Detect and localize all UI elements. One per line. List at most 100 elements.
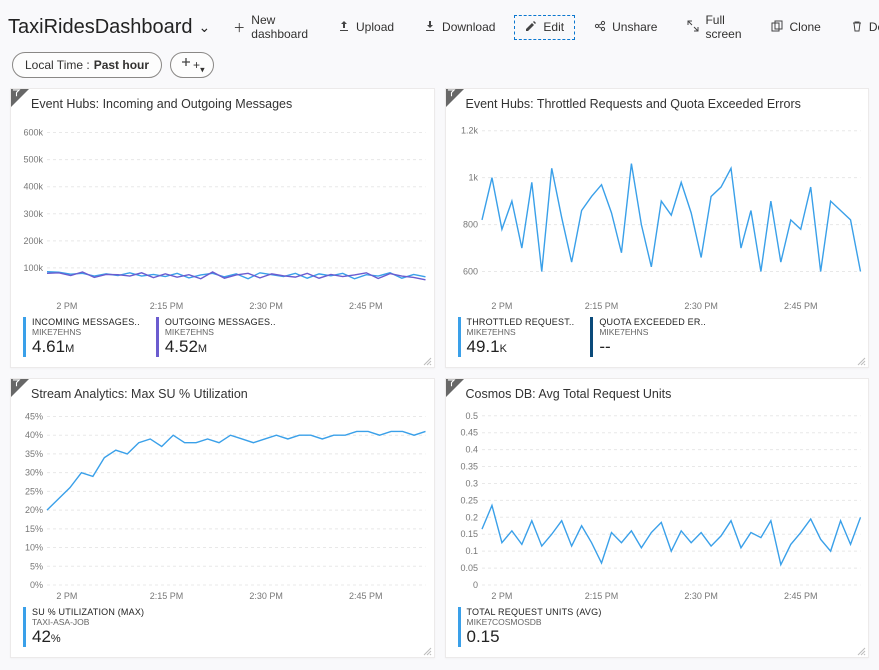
edit-label: Edit: [543, 20, 564, 34]
legend-label: OUTGOING MESSAGES..: [165, 317, 276, 327]
svg-text:5%: 5%: [30, 561, 43, 571]
svg-text:0.45: 0.45: [460, 428, 478, 438]
chevron-down-icon: ⌄: [199, 19, 211, 36]
svg-text:600: 600: [462, 267, 477, 277]
svg-text:0.05: 0.05: [460, 563, 478, 573]
svg-text:10%: 10%: [25, 543, 43, 553]
svg-text:0.1: 0.1: [465, 546, 478, 556]
svg-text:0.3: 0.3: [465, 478, 478, 488]
svg-text:35%: 35%: [25, 449, 43, 459]
svg-text:2 PM: 2 PM: [491, 301, 512, 311]
delete-label: Delete: [869, 20, 879, 34]
add-filter-button[interactable]: +▾: [170, 52, 214, 78]
svg-text:0.4: 0.4: [465, 445, 478, 455]
legend-value: 0.15: [467, 627, 602, 647]
svg-text:2:45 PM: 2:45 PM: [783, 301, 817, 311]
legend-sublabel: MIKE7EHNS: [467, 327, 575, 337]
delete-button[interactable]: Delete: [840, 15, 879, 40]
legend-color-bar: [590, 317, 593, 357]
chart-legend: SU % UTILIZATION (MAX)TAXI-ASA-JOB42%: [11, 603, 434, 657]
legend-color-bar: [156, 317, 159, 357]
dashboard-grid: Event Hubs: Incoming and Outgoing Messag…: [0, 88, 879, 670]
svg-text:2:45 PM: 2:45 PM: [349, 591, 383, 601]
svg-text:2:30 PM: 2:30 PM: [249, 301, 283, 311]
legend-label: TOTAL REQUEST UNITS (AVG): [467, 607, 602, 617]
chart-legend: INCOMING MESSAGES..MIKE7EHNS4.61MOUTGOIN…: [11, 313, 434, 367]
card-corner-icon: [11, 379, 29, 397]
clone-label: Clone: [789, 20, 820, 34]
svg-text:0.35: 0.35: [460, 462, 478, 472]
legend-value: 49.1K: [467, 337, 575, 357]
svg-text:2:30 PM: 2:30 PM: [684, 591, 718, 601]
card-corner-icon: [11, 89, 29, 107]
legend-value: 4.52M: [165, 337, 276, 357]
chart-card-event-hubs-throttled[interactable]: Event Hubs: Throttled Requests and Quota…: [445, 88, 870, 368]
legend-sublabel: MIKE7EHNS: [165, 327, 276, 337]
svg-text:2 PM: 2 PM: [491, 591, 512, 601]
new-dashboard-button[interactable]: ＋ New dashboard: [222, 8, 319, 46]
resize-grip-icon[interactable]: [856, 355, 866, 365]
time-filter-pill[interactable]: Local Time : Past hour: [12, 52, 162, 78]
svg-text:25%: 25%: [25, 486, 43, 496]
fullscreen-icon: [687, 20, 699, 35]
svg-text:0.5: 0.5: [465, 411, 478, 421]
chart-area: 0%5%10%15%20%25%30%35%40%45%2 PM2:15 PM2…: [11, 403, 434, 603]
download-icon: [424, 20, 436, 35]
legend-item: QUOTA EXCEEDED ER..MIKE7EHNS--: [590, 317, 706, 357]
card-corner-icon: [446, 379, 464, 397]
upload-icon: [338, 20, 350, 35]
legend-sublabel: MIKE7COSMOSDB: [467, 617, 602, 627]
svg-text:2:30 PM: 2:30 PM: [684, 301, 718, 311]
full-screen-button[interactable]: Full screen: [676, 8, 752, 46]
download-label: Download: [442, 20, 495, 34]
svg-text:500k: 500k: [23, 155, 43, 165]
clone-icon: [771, 20, 783, 35]
svg-text:800: 800: [462, 220, 477, 230]
legend-value: --: [599, 337, 706, 357]
legend-label: SU % UTILIZATION (MAX): [32, 607, 144, 617]
svg-text:300k: 300k: [23, 209, 43, 219]
svg-text:30%: 30%: [25, 468, 43, 478]
legend-label: INCOMING MESSAGES..: [32, 317, 140, 327]
dashboard-title[interactable]: TaxiRidesDashboard ⌄: [8, 16, 214, 39]
svg-text:2 PM: 2 PM: [56, 301, 77, 311]
resize-grip-icon[interactable]: [422, 355, 432, 365]
svg-text:2:30 PM: 2:30 PM: [249, 591, 283, 601]
svg-text:2:15 PM: 2:15 PM: [584, 301, 618, 311]
trash-icon: [851, 20, 863, 35]
svg-text:2 PM: 2 PM: [56, 591, 77, 601]
chart-legend: THROTTLED REQUEST..MIKE7EHNS49.1KQUOTA E…: [446, 313, 869, 367]
plus-icon: ＋: [233, 19, 245, 36]
chart-title: Event Hubs: Incoming and Outgoing Messag…: [11, 89, 434, 113]
chart-card-stream-analytics-su[interactable]: Stream Analytics: Max SU % Utilization 0…: [10, 378, 435, 658]
chart-area: 100k200k300k400k500k600k2 PM2:15 PM2:30 …: [11, 113, 434, 313]
full-screen-label: Full screen: [705, 13, 741, 41]
card-corner-icon: [446, 89, 464, 107]
legend-item: TOTAL REQUEST UNITS (AVG)MIKE7COSMOSDB0.…: [458, 607, 602, 647]
svg-text:0: 0: [472, 580, 477, 590]
clone-button[interactable]: Clone: [760, 15, 831, 40]
chart-card-event-hubs-messages[interactable]: Event Hubs: Incoming and Outgoing Messag…: [10, 88, 435, 368]
download-button[interactable]: Download: [413, 15, 506, 40]
upload-button[interactable]: Upload: [327, 15, 405, 40]
legend-value: 4.61M: [32, 337, 140, 357]
time-filter-label: Local Time :: [25, 58, 90, 72]
chart-card-cosmos-db-ru[interactable]: Cosmos DB: Avg Total Request Units 00.05…: [445, 378, 870, 658]
legend-sublabel: TAXI-ASA-JOB: [32, 617, 144, 627]
upload-label: Upload: [356, 20, 394, 34]
add-filter-icon: +▾: [179, 55, 205, 75]
unshare-button[interactable]: Unshare: [583, 15, 668, 40]
svg-text:100k: 100k: [23, 263, 43, 273]
new-dashboard-label: New dashboard: [251, 13, 308, 41]
legend-item: INCOMING MESSAGES..MIKE7EHNS4.61M: [23, 317, 140, 357]
svg-text:0.25: 0.25: [460, 495, 478, 505]
chart-legend: TOTAL REQUEST UNITS (AVG)MIKE7COSMOSDB0.…: [446, 603, 869, 657]
legend-color-bar: [23, 607, 26, 647]
toolbar: TaxiRidesDashboard ⌄ ＋ New dashboard Upl…: [0, 0, 879, 50]
svg-text:1k: 1k: [468, 173, 478, 183]
chart-area: 6008001k1.2k2 PM2:15 PM2:30 PM2:45 PM: [446, 113, 869, 313]
edit-button[interactable]: Edit: [514, 15, 575, 40]
legend-color-bar: [458, 317, 461, 357]
svg-text:2:45 PM: 2:45 PM: [783, 591, 817, 601]
svg-text:40%: 40%: [25, 430, 43, 440]
